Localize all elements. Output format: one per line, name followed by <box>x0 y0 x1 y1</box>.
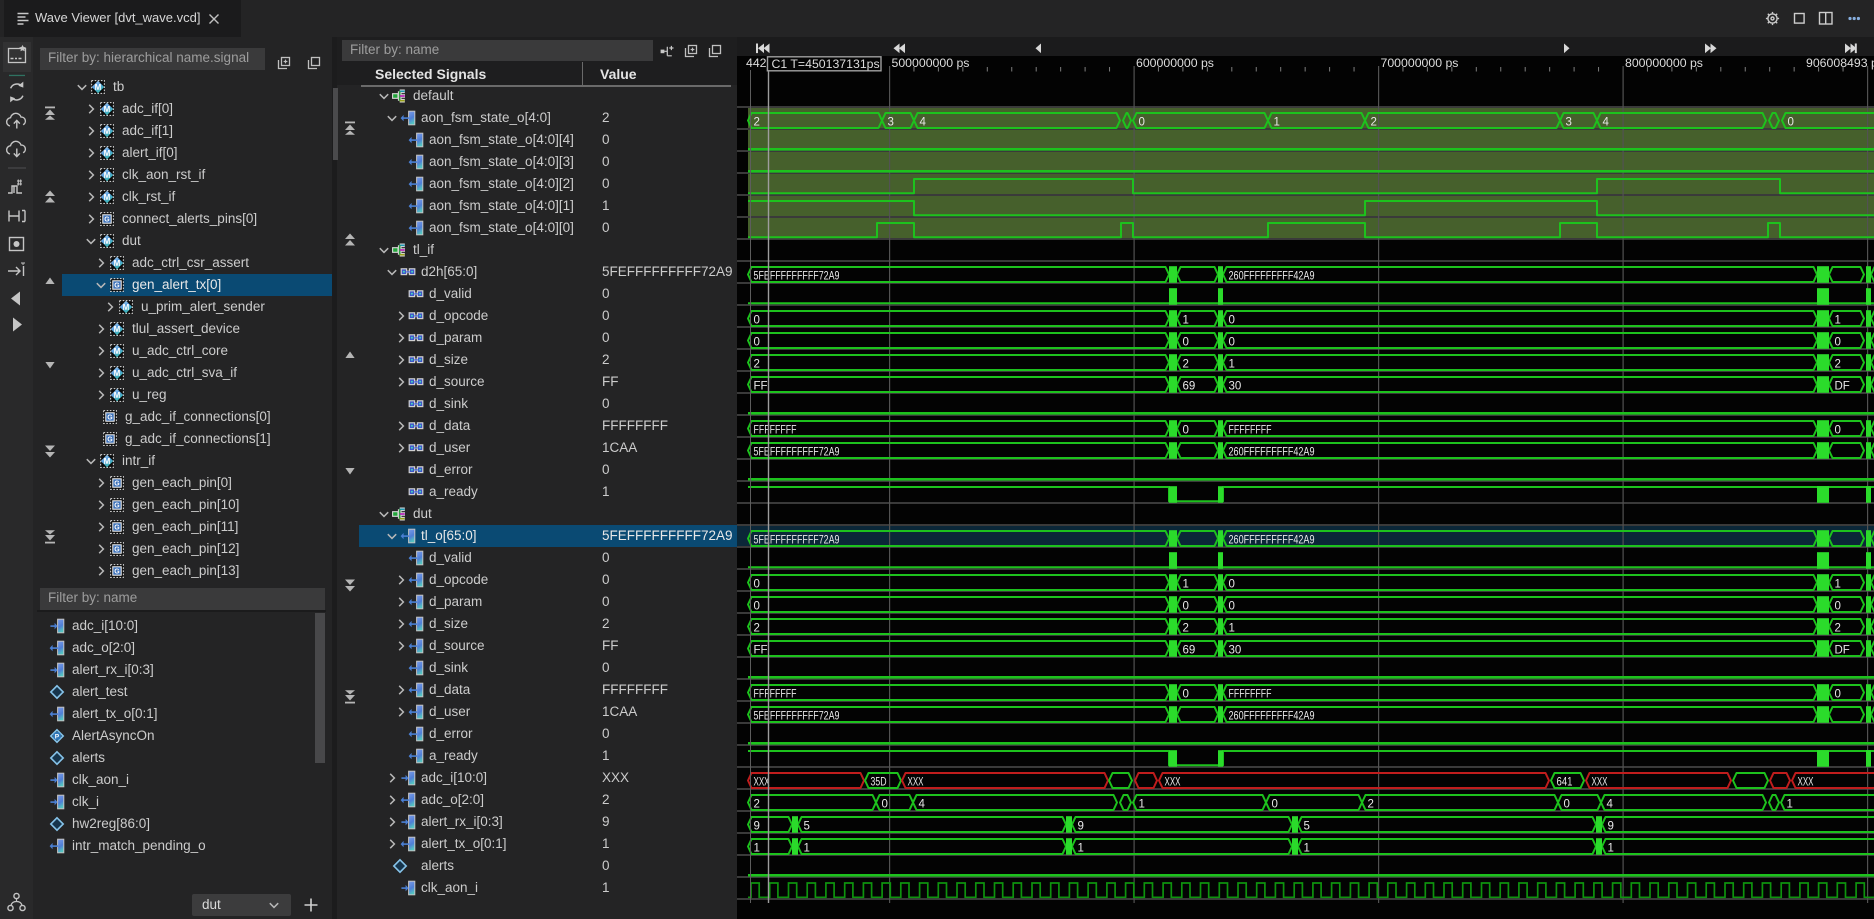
svg-text:0: 0 <box>1229 337 1235 349</box>
svg-text:0: 0 <box>1835 689 1841 701</box>
svg-text:2: 2 <box>1183 623 1189 635</box>
svg-text:FF: FF <box>754 381 768 393</box>
svg-text:5FEFFFFFFFFF72A9: 5FEFFFFFFFFF72A9 <box>754 711 840 723</box>
svg-text:2: 2 <box>1835 359 1841 371</box>
svg-text:4: 4 <box>919 799 926 811</box>
svg-text:30: 30 <box>1229 645 1242 657</box>
svg-text:0: 0 <box>754 315 760 327</box>
svg-text:260FFFFFFFFF42A9: 260FFFFFFFFF42A9 <box>1229 271 1315 283</box>
svg-text:0: 0 <box>1183 337 1189 349</box>
svg-text:0: 0 <box>1229 579 1235 591</box>
svg-text:FFFFFFFF: FFFFFFFF <box>754 689 797 701</box>
svg-text:1: 1 <box>1183 315 1189 327</box>
svg-text:1: 1 <box>1139 799 1145 811</box>
svg-text:5FEFFFFFFFFF72A9: 5FEFFFFFFFFF72A9 <box>754 447 840 459</box>
svg-text:5FEFFFFFFFFF72A9: 5FEFFFFFFFFF72A9 <box>754 271 840 283</box>
svg-text:260FFFFFFFFF42A9: 260FFFFFFFFF42A9 <box>1229 447 1315 459</box>
svg-text:0: 0 <box>1183 601 1189 613</box>
svg-text:0: 0 <box>754 601 760 613</box>
svg-text:1: 1 <box>1229 623 1235 635</box>
svg-text:0: 0 <box>882 799 888 811</box>
svg-text:0: 0 <box>1835 601 1841 613</box>
svg-text:2: 2 <box>754 117 760 129</box>
svg-text:69: 69 <box>1183 645 1196 657</box>
svg-text:0: 0 <box>1835 337 1841 349</box>
svg-text:1: 1 <box>1608 843 1614 855</box>
svg-text:C1 T=450137131ps: C1 T=450137131ps <box>772 57 880 71</box>
svg-text:XXX: XXX <box>1165 777 1181 789</box>
svg-text:FF: FF <box>754 645 768 657</box>
svg-text:9: 9 <box>1078 821 1084 833</box>
svg-text:XXX: XXX <box>1798 777 1814 789</box>
svg-text:1: 1 <box>1835 579 1841 591</box>
svg-text:0: 0 <box>1229 315 1235 327</box>
svg-text:2: 2 <box>754 359 760 371</box>
svg-text:906008493 ps: 906008493 ps <box>1806 56 1874 70</box>
svg-text:3: 3 <box>888 117 894 129</box>
svg-text:600000000 ps: 600000000 ps <box>1136 56 1214 70</box>
svg-text:35D: 35D <box>871 777 887 789</box>
svg-text:5FEFFFFFFFFF72A9: 5FEFFFFFFFFF72A9 <box>754 535 840 547</box>
svg-text:XXX: XXX <box>1592 777 1608 789</box>
svg-text:9: 9 <box>754 821 760 833</box>
svg-text:1: 1 <box>1274 117 1280 129</box>
svg-text:442: 442 <box>746 56 767 70</box>
svg-text:0: 0 <box>1835 425 1841 437</box>
svg-text:FFFFFFFF: FFFFFFFF <box>1229 425 1272 437</box>
svg-text:DF: DF <box>1835 645 1850 657</box>
svg-text:1: 1 <box>1787 799 1793 811</box>
svg-text:0: 0 <box>754 337 760 349</box>
svg-text:700000000 ps: 700000000 ps <box>1381 56 1459 70</box>
svg-text:0: 0 <box>1788 117 1794 129</box>
svg-text:1: 1 <box>1183 579 1189 591</box>
svg-text:1: 1 <box>1835 315 1841 327</box>
svg-text:69: 69 <box>1183 381 1196 393</box>
svg-text:3: 3 <box>1566 117 1572 129</box>
svg-text:30: 30 <box>1229 381 1242 393</box>
svg-text:9: 9 <box>1608 821 1614 833</box>
svg-text:XXX: XXX <box>908 777 924 789</box>
svg-text:FFFFFFFF: FFFFFFFF <box>754 425 797 437</box>
svg-text:1: 1 <box>1229 359 1235 371</box>
svg-text:5: 5 <box>804 821 810 833</box>
svg-text:2: 2 <box>1183 359 1189 371</box>
svg-text:FFFFFFFF: FFFFFFFF <box>1229 689 1272 701</box>
svg-text:0: 0 <box>1183 425 1189 437</box>
svg-text:0: 0 <box>1183 689 1189 701</box>
svg-text:XXX: XXX <box>754 777 770 789</box>
svg-text:4: 4 <box>1603 117 1610 129</box>
svg-text:DF: DF <box>1835 381 1850 393</box>
svg-text:5: 5 <box>1304 821 1310 833</box>
svg-text:0: 0 <box>1229 601 1235 613</box>
svg-text:260FFFFFFFFF42A9: 260FFFFFFFFF42A9 <box>1229 711 1315 723</box>
svg-text:641: 641 <box>1557 777 1573 789</box>
svg-text:2: 2 <box>754 623 760 635</box>
svg-text:2: 2 <box>1835 623 1841 635</box>
svg-text:2: 2 <box>1368 799 1374 811</box>
svg-text:1: 1 <box>1304 843 1310 855</box>
svg-text:0: 0 <box>1272 799 1278 811</box>
svg-text:1: 1 <box>754 843 760 855</box>
svg-text:260FFFFFFFFF42A9: 260FFFFFFFFF42A9 <box>1229 535 1315 547</box>
svg-text:4: 4 <box>1607 799 1614 811</box>
svg-text:0: 0 <box>1139 117 1145 129</box>
svg-text:500000000 ps: 500000000 ps <box>892 56 970 70</box>
svg-text:0: 0 <box>754 579 760 591</box>
svg-text:2: 2 <box>754 799 760 811</box>
svg-text:2: 2 <box>1371 117 1377 129</box>
svg-text:0: 0 <box>1564 799 1570 811</box>
svg-text:4: 4 <box>920 117 927 129</box>
svg-text:1: 1 <box>804 843 810 855</box>
svg-text:1: 1 <box>1078 843 1084 855</box>
svg-text:800000000 ps: 800000000 ps <box>1625 56 1703 70</box>
